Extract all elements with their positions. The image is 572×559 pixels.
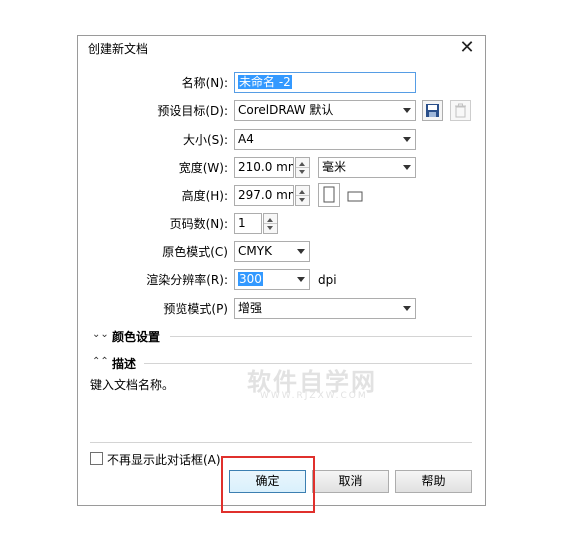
preview-mode-select[interactable]: 增强 (234, 298, 416, 319)
color-settings-title: 颜色设置 (112, 330, 161, 344)
dont-show-label[interactable]: 不再显示此对话框(A) (107, 451, 221, 468)
chevron-down-icon (297, 249, 305, 254)
width-stepper[interactable] (295, 157, 310, 178)
height-input-value: 297.0 mm (238, 188, 294, 202)
height-label: 高度(H): (181, 189, 228, 203)
stepper-down-icon[interactable] (299, 170, 305, 174)
chevron-down-icon (403, 306, 411, 311)
portrait-icon (323, 186, 335, 203)
close-icon[interactable]: ✕ (457, 38, 477, 58)
pages-label: 页码数(N): (169, 217, 228, 231)
resolution-label: 渲染分辨率(R): (146, 273, 228, 287)
save-preset-button[interactable] (422, 100, 443, 121)
description-title: 描述 (112, 357, 137, 371)
watermark-url: WWW.RJZXW.COM (260, 391, 368, 401)
color-mode-select[interactable]: CMYK (234, 241, 310, 262)
pages-input[interactable]: 1 (234, 213, 262, 234)
ok-button[interactable]: 确定 (229, 470, 306, 493)
height-input[interactable]: 297.0 mm (234, 185, 294, 206)
units-select-value: 毫米 (322, 160, 347, 174)
resolution-select[interactable]: 300 (234, 269, 310, 290)
stepper-up-icon[interactable] (299, 190, 305, 194)
name-input-value: 未命名 -2 (238, 75, 292, 89)
size-label: 大小(S): (182, 133, 228, 147)
stepper-divider (296, 195, 309, 196)
color-mode-select-value: CMYK (238, 244, 272, 258)
description-text: 键入文档名称。 (90, 378, 175, 392)
landscape-icon (347, 191, 363, 202)
width-input[interactable]: 210.0 mm (234, 157, 294, 178)
pages-stepper[interactable] (263, 213, 278, 234)
name-input[interactable]: 未命名 -2 (234, 72, 416, 93)
cancel-button[interactable]: 取消 (312, 470, 389, 493)
resolution-select-value: 300 (238, 272, 263, 286)
stepper-up-icon[interactable] (267, 218, 273, 222)
chevron-down-icon: ⌄⌄ (92, 329, 109, 340)
title-bar: 创建新文档 ✕ (78, 36, 485, 62)
landscape-button[interactable] (346, 189, 368, 203)
height-stepper[interactable] (295, 185, 310, 206)
preview-mode-label: 预览模式(P) (163, 302, 228, 316)
color-mode-label: 原色模式(C) (162, 245, 228, 259)
chevron-down-icon (403, 137, 411, 142)
portrait-button[interactable] (318, 183, 340, 207)
width-label: 宽度(W): (178, 161, 228, 175)
dialog-title: 创建新文档 (88, 42, 149, 56)
units-select[interactable]: 毫米 (318, 157, 416, 178)
preset-select-value: CorelDRAW 默认 (238, 103, 334, 117)
section-divider (170, 336, 472, 337)
dont-show-checkbox[interactable] (90, 452, 103, 465)
size-select[interactable]: A4 (234, 129, 416, 150)
chevron-down-icon (403, 108, 411, 113)
help-button[interactable]: 帮助 (395, 470, 472, 493)
stepper-down-icon[interactable] (267, 226, 273, 230)
save-preset-icon (426, 104, 439, 117)
chevron-up-icon: ⌃⌃ (92, 356, 109, 367)
chevron-down-icon (297, 277, 305, 282)
width-input-value: 210.0 mm (238, 160, 294, 174)
preset-select[interactable]: CorelDRAW 默认 (234, 100, 416, 121)
name-label: 名称(N): (181, 76, 228, 90)
preview-mode-select-value: 增强 (238, 301, 263, 315)
stepper-divider (296, 167, 309, 168)
chevron-down-icon (403, 165, 411, 170)
stepper-divider (264, 223, 277, 224)
preset-label: 预设目标(D): (157, 104, 228, 118)
stepper-down-icon[interactable] (299, 198, 305, 202)
delete-preset-button[interactable] (450, 100, 471, 121)
footer-divider (90, 442, 472, 443)
delete-preset-icon (455, 103, 466, 118)
pages-input-value: 1 (238, 216, 246, 230)
size-select-value: A4 (238, 132, 254, 146)
stepper-up-icon[interactable] (299, 162, 305, 166)
resolution-unit: dpi (318, 273, 337, 287)
